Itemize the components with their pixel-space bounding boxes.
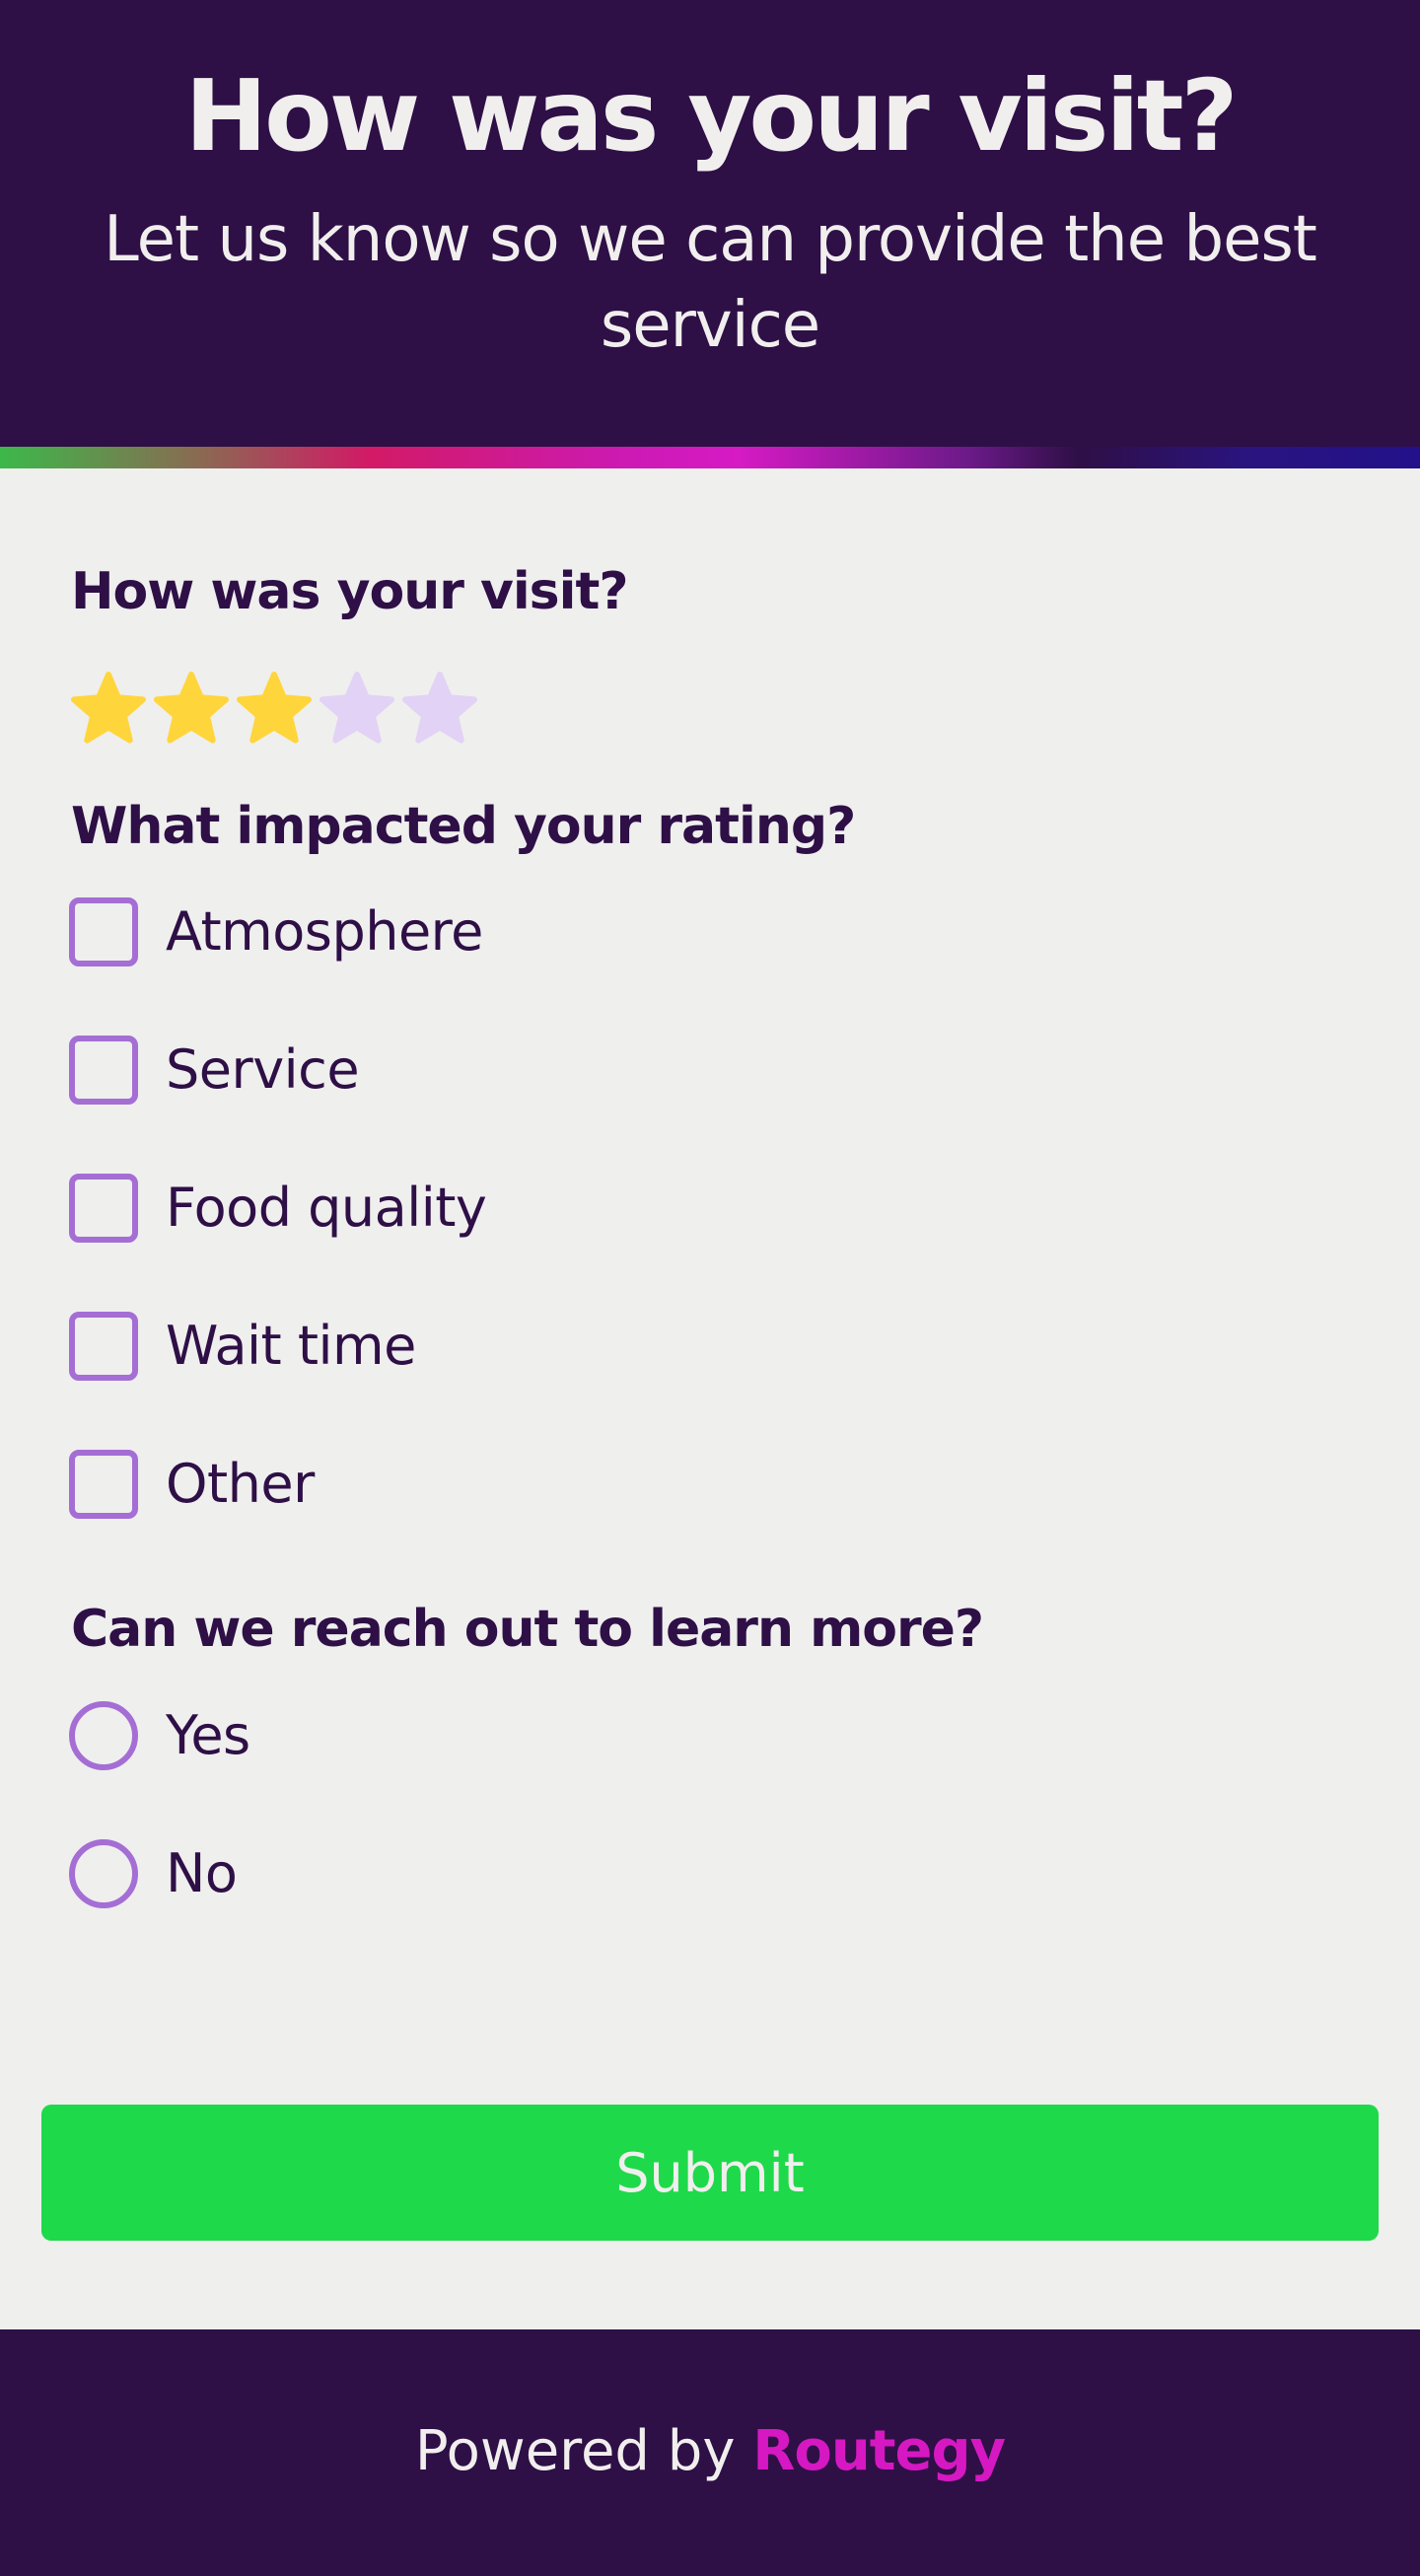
- checkbox[interactable]: [69, 1036, 138, 1105]
- impact-question-label: What impacted your rating?: [71, 797, 856, 856]
- header: How was your visit? Let us know so we ca…: [0, 0, 1420, 447]
- radio-label: Yes: [166, 1704, 250, 1766]
- powered-by-text: Powered by: [414, 2419, 736, 2483]
- reach-out-question-label: Can we reach out to learn more?: [71, 1600, 984, 1659]
- star-empty-icon[interactable]: [318, 671, 400, 750]
- radio-option-no[interactable]: No: [69, 1839, 238, 1908]
- radio-label: No: [166, 1842, 238, 1904]
- decorative-gradient-divider: [0, 447, 1420, 468]
- star-rating[interactable]: [69, 671, 483, 750]
- page-title: How was your visit?: [184, 58, 1238, 174]
- page-subtitle: Let us know so we can provide the best s…: [104, 203, 1317, 362]
- survey-page: How was your visit? Let us know so we ca…: [0, 0, 1420, 2576]
- checkbox[interactable]: [69, 1450, 138, 1519]
- submit-button[interactable]: Submit: [41, 2105, 1379, 2241]
- rating-question-label: How was your visit?: [71, 562, 628, 621]
- checkbox-option-service[interactable]: Service: [69, 1036, 360, 1105]
- radio-option-yes[interactable]: Yes: [69, 1701, 250, 1770]
- brand-link[interactable]: Routegy: [752, 2419, 1006, 2483]
- checkbox-label: Food quality: [166, 1177, 487, 1239]
- star-filled-icon[interactable]: [69, 671, 152, 750]
- checkbox-option-wait-time[interactable]: Wait time: [69, 1312, 416, 1381]
- radio-button[interactable]: [69, 1839, 138, 1908]
- star-filled-icon[interactable]: [235, 671, 318, 750]
- star-filled-icon[interactable]: [152, 671, 235, 750]
- checkbox[interactable]: [69, 1312, 138, 1381]
- radio-button[interactable]: [69, 1701, 138, 1770]
- checkbox-label: Other: [166, 1453, 315, 1515]
- checkbox-label: Service: [166, 1038, 360, 1101]
- checkbox-label: Wait time: [166, 1315, 416, 1377]
- star-empty-icon[interactable]: [400, 671, 483, 750]
- checkbox[interactable]: [69, 1174, 138, 1243]
- checkbox-option-food-quality[interactable]: Food quality: [69, 1174, 487, 1243]
- footer-powered-by: Powered by Routegy: [0, 2412, 1420, 2491]
- checkbox-option-other[interactable]: Other: [69, 1450, 315, 1519]
- checkbox-option-atmosphere[interactable]: Atmosphere: [69, 897, 483, 966]
- checkbox-label: Atmosphere: [166, 900, 483, 963]
- footer: Powered by Routegy: [0, 2329, 1420, 2576]
- checkbox[interactable]: [69, 897, 138, 966]
